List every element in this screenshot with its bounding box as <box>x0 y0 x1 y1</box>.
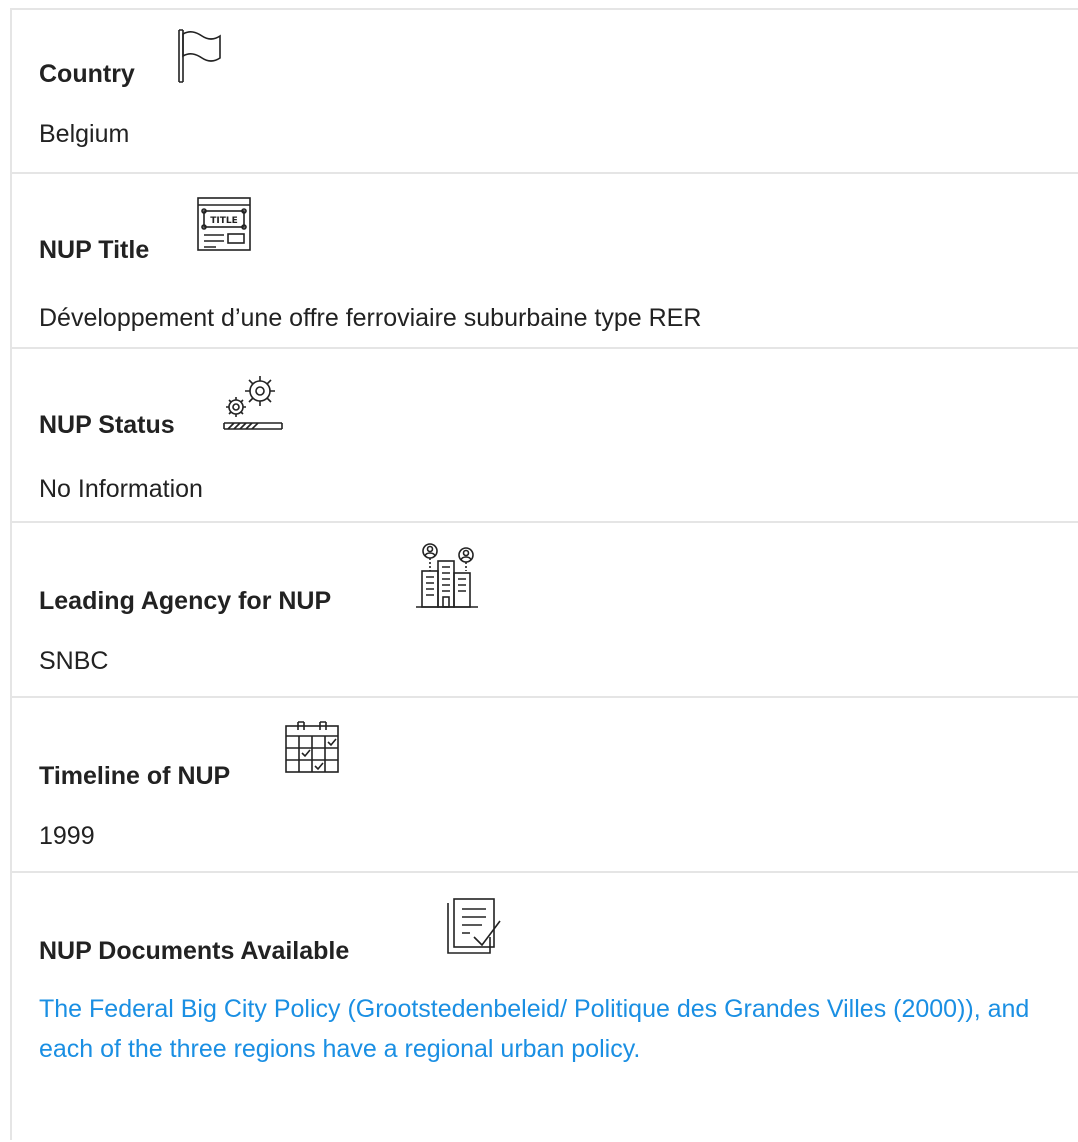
field-timeline: Timeline of NUP 1999 <box>12 698 1078 873</box>
svg-text:TITLE: TITLE <box>210 216 238 226</box>
nup-info-card: Country Belgium NUP Title TITLE Développ… <box>10 8 1078 1140</box>
title-window-icon: TITLE <box>196 196 252 252</box>
field-leading-agency: Leading Agency for NUP SNBC <box>12 523 1078 698</box>
field-label: Timeline of NUP <box>39 762 231 790</box>
document-check-icon <box>446 897 502 955</box>
field-label: NUP Status <box>39 411 175 439</box>
flag-icon <box>176 28 222 84</box>
document-link[interactable]: The Federal Big City Policy (Grootsteden… <box>39 989 1049 1069</box>
field-value: No Information <box>39 475 203 503</box>
city-agency-icon <box>414 541 480 611</box>
field-label: NUP Documents Available <box>39 937 350 965</box>
field-value: SNBC <box>39 647 109 675</box>
field-documents: NUP Documents Available The Federal Big … <box>12 873 1078 1142</box>
field-country: Country Belgium <box>12 10 1078 174</box>
field-nup-status: NUP Status No Information <box>12 349 1078 523</box>
field-nup-title: NUP Title TITLE Développement d’une offr… <box>12 174 1078 349</box>
field-label: NUP Title <box>39 236 150 264</box>
field-value: Développement d’une offre ferroviaire su… <box>39 304 702 332</box>
field-label: Leading Agency for NUP <box>39 587 332 615</box>
field-label: Country <box>39 60 135 88</box>
field-value: 1999 <box>39 822 95 850</box>
calendar-icon <box>284 720 340 774</box>
gears-progress-icon <box>220 373 286 431</box>
field-value: Belgium <box>39 120 130 148</box>
